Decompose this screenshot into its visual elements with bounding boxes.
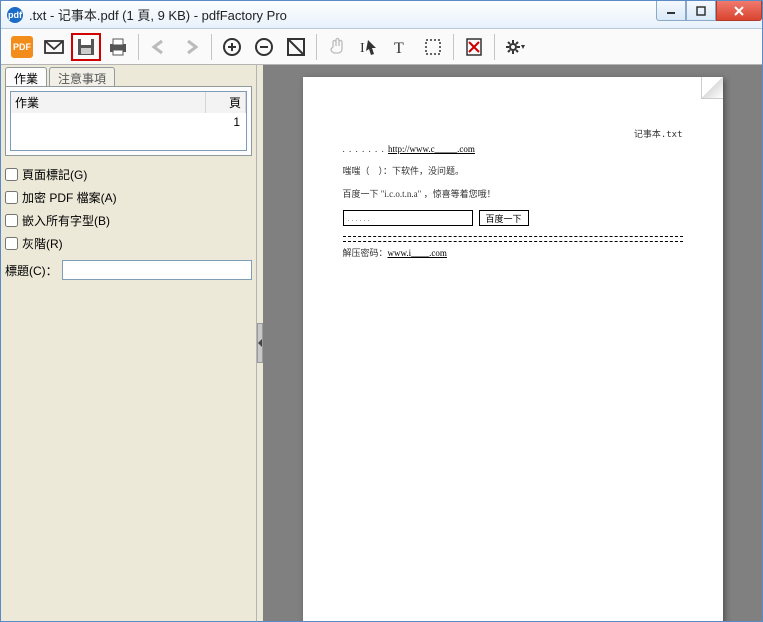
tab-notes[interactable]: 注意事項	[49, 67, 115, 87]
save-button[interactable]	[71, 33, 101, 61]
settings-button[interactable]	[500, 33, 530, 61]
titlebar: pdf .txt - 记事本.pdf (1 頁, 9 KB) - pdfFact…	[1, 1, 762, 29]
preview-area[interactable]: 记事本.txt . . . . . . . http://www.c_____.…	[263, 65, 762, 621]
print-icon	[107, 36, 129, 58]
svg-text:I: I	[360, 41, 365, 56]
zoom-in-icon	[221, 36, 243, 58]
svg-text:T: T	[394, 40, 404, 57]
forward-button[interactable]	[176, 33, 206, 61]
splitter-grip-icon[interactable]	[257, 323, 263, 363]
doc-line-4: 解压密码：www.i____.com	[343, 246, 683, 259]
col-header-page[interactable]: 頁	[206, 92, 246, 113]
save-icon	[75, 36, 97, 58]
option-page-mark[interactable]: 頁面標記(G)	[5, 166, 252, 183]
splitter[interactable]	[257, 65, 263, 621]
job-list[interactable]: 作業 頁 1	[10, 91, 247, 151]
doc-line-2: 嗤嗤（ ）：下软件，没问题。	[343, 164, 683, 177]
title-input[interactable]	[62, 260, 252, 280]
pdf-button[interactable]: PDF	[7, 33, 37, 61]
gear-icon	[504, 36, 526, 58]
option-grayscale[interactable]: 灰階(R)	[5, 235, 252, 252]
window-title: .txt - 记事本.pdf (1 頁, 9 KB) - pdfFactory …	[29, 5, 656, 24]
print-button[interactable]	[103, 33, 133, 61]
arrow-left-icon	[149, 37, 169, 57]
marquee-icon	[423, 37, 443, 57]
fit-button[interactable]	[281, 33, 311, 61]
checkbox-page-mark[interactable]	[5, 168, 18, 181]
left-panel: 作業 注意事項 作業 頁 1 頁面標記(G) 加密 PDF 檔案(A)	[1, 65, 257, 621]
zoom-out-button[interactable]	[249, 33, 279, 61]
checkbox-encrypt[interactable]	[5, 191, 18, 204]
text-select-button[interactable]: I	[354, 33, 384, 61]
mail-icon	[43, 36, 65, 58]
marquee-button[interactable]	[418, 33, 448, 61]
toolbar: PDF I	[1, 29, 762, 65]
delete-page-button[interactable]	[459, 33, 489, 61]
doc-line-3: 百度一下 "i.c.o.t.n.a" ，惊喜等着您哦！	[343, 187, 683, 200]
cursor-text-icon: I	[358, 36, 380, 58]
arrow-right-icon	[181, 37, 201, 57]
col-header-name[interactable]: 作業	[11, 92, 206, 113]
text-tool-button[interactable]: T	[386, 33, 416, 61]
doc-search-box: . . . . . .	[343, 210, 473, 226]
delete-page-icon	[463, 36, 485, 58]
minimize-button[interactable]	[656, 1, 686, 21]
mail-button[interactable]	[39, 33, 69, 61]
close-button[interactable]	[716, 1, 762, 21]
tab-job[interactable]: 作業	[5, 67, 47, 87]
maximize-button[interactable]	[686, 1, 716, 21]
back-button[interactable]	[144, 33, 174, 61]
option-embed-fonts[interactable]: 嵌入所有字型(B)	[5, 212, 252, 229]
doc-search-button: 百度一下	[479, 210, 529, 226]
app-icon: pdf	[7, 7, 23, 23]
title-label: 標題(C)：	[5, 262, 58, 279]
pdf-page: 记事本.txt . . . . . . . http://www.c_____.…	[303, 77, 723, 621]
pdf-icon: PDF	[11, 36, 33, 58]
doc-filename: 记事本.txt	[343, 127, 683, 140]
checkbox-embed-fonts[interactable]	[5, 214, 18, 227]
option-encrypt[interactable]: 加密 PDF 檔案(A)	[5, 189, 252, 206]
doc-line-1: . . . . . . . http://www.c_____.com	[343, 144, 683, 154]
page-corner-icon	[701, 77, 723, 99]
checkbox-grayscale[interactable]	[5, 237, 18, 250]
hand-icon	[327, 37, 347, 57]
zoom-out-icon	[253, 36, 275, 58]
table-row[interactable]: 1	[11, 113, 246, 131]
text-icon: T	[391, 37, 411, 57]
fit-icon	[285, 36, 307, 58]
zoom-in-button[interactable]	[217, 33, 247, 61]
hand-tool-button[interactable]	[322, 33, 352, 61]
